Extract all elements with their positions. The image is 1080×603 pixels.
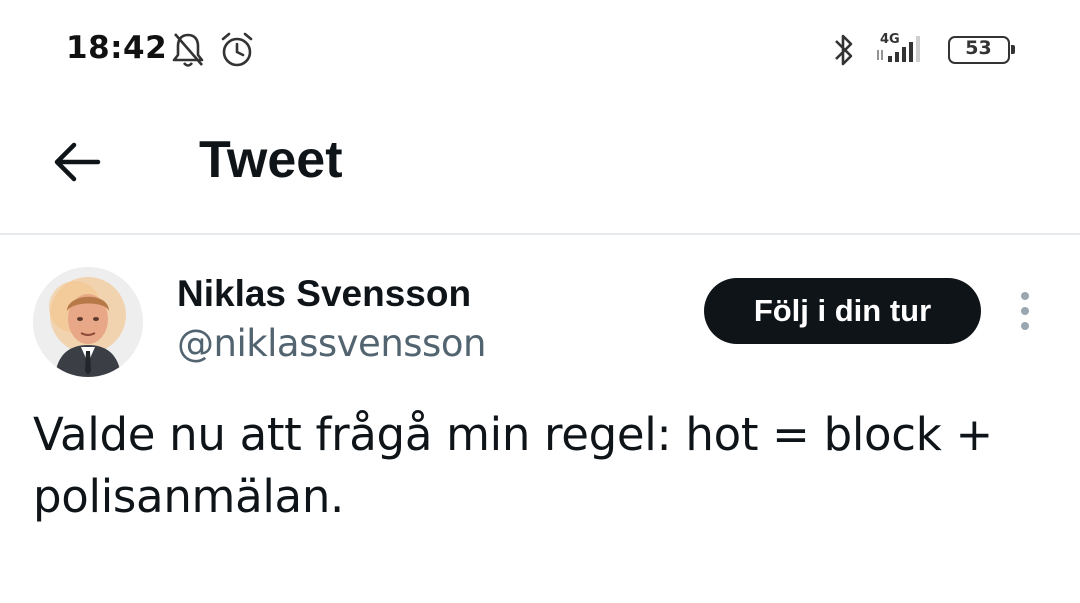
author-handle[interactable]: @niklassvensson — [177, 322, 486, 366]
back-button[interactable] — [48, 132, 108, 192]
more-options-button[interactable] — [1010, 290, 1040, 334]
network-type: 4G — [880, 32, 900, 47]
avatar-portrait — [33, 267, 143, 377]
alarm-icon — [221, 32, 253, 67]
battery-level: 53 — [965, 37, 992, 59]
more-vertical-icon — [1021, 292, 1029, 330]
app-header: Tweet — [0, 100, 1080, 235]
battery-icon: 53 — [948, 36, 1015, 64]
bluetooth-icon — [835, 34, 853, 66]
tweet-text: Valde nu att frågå min regel: hot = bloc… — [33, 408, 993, 523]
follow-button[interactable]: Följ i din tur — [704, 278, 981, 344]
avatar[interactable] — [33, 267, 143, 377]
status-time: 18:42 — [66, 30, 168, 66]
signal-icon: 4G — [877, 32, 920, 62]
bell-off-icon — [172, 33, 204, 67]
arrow-left-icon — [54, 142, 101, 182]
page-title: Tweet — [199, 131, 343, 189]
status-bar: 18:42 4G 53 — [0, 0, 1080, 100]
author-name[interactable]: Niklas Svensson — [177, 272, 471, 316]
